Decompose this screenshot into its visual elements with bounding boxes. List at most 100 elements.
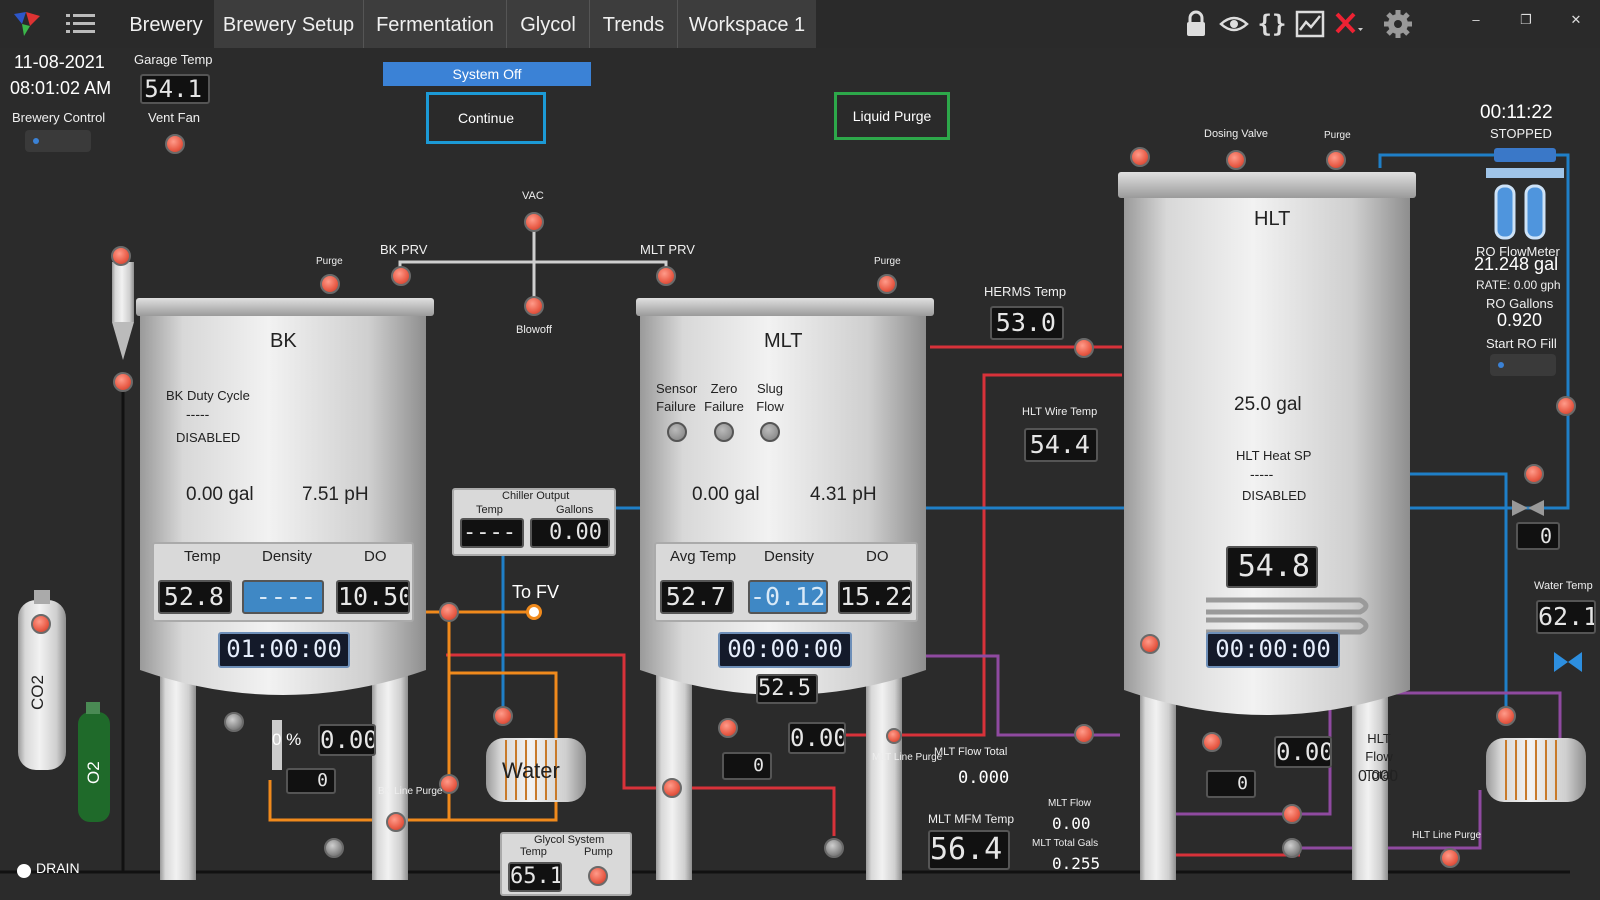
hlt-heat-sp-label: HLT Heat SP	[1236, 448, 1312, 463]
mlt-bottom-valve[interactable]	[824, 838, 844, 858]
glycol-temp-display: 65.1	[508, 862, 562, 892]
mlt-total-gals-label: MLT Total Gals	[1032, 838, 1099, 849]
co2-label: CO2	[28, 675, 47, 710]
ro-gallons-label: RO Gallons	[1486, 296, 1554, 311]
hopper-top-valve[interactable]	[111, 246, 131, 266]
hlt-wire-temp-label: HLT Wire Temp	[1022, 406, 1098, 418]
mlt-do-header: DO	[866, 548, 889, 565]
to-fv-valve[interactable]	[439, 602, 459, 622]
herms-temp-label: HERMS Temp	[984, 284, 1067, 299]
bk-purge-label: Purge	[316, 256, 343, 267]
bk-duty-value: -----	[186, 406, 210, 422]
ro-filter-icon	[1486, 148, 1564, 240]
mlt-counter-display: 0	[722, 752, 772, 780]
garage-temp-display: 54.1	[140, 74, 210, 104]
bk-do-header: DO	[364, 548, 387, 565]
chiller-water-label: Water	[502, 758, 560, 783]
mlt-temp-display: 52.7	[660, 580, 734, 614]
brewery-control-toggle[interactable]	[25, 130, 91, 152]
chiller-gallons-display: 0.00	[530, 518, 610, 548]
hlt-purge-valve[interactable]	[1326, 150, 1346, 170]
bk-drain-valve[interactable]	[224, 712, 244, 732]
hlt-flow-total-value: 0.000	[1358, 768, 1399, 785]
water-temp-label: Water Temp	[1534, 580, 1593, 592]
sensor-failure-indicator	[667, 422, 687, 442]
chiller-temp-display: ----	[460, 518, 524, 548]
drain-indicator[interactable]	[17, 864, 31, 878]
glycol-temp-label: Temp	[520, 846, 547, 858]
co2-valve[interactable]	[31, 614, 51, 634]
hlt-outlet-valve[interactable]	[1202, 732, 1222, 752]
mlt-density-header: Density	[764, 548, 815, 565]
hlt-purge-label: Purge	[1324, 130, 1351, 141]
bk-prv-valve[interactable]	[391, 266, 411, 286]
date-display: 11-08-2021	[14, 52, 105, 72]
to-fv-port-icon[interactable]	[526, 604, 542, 620]
bk-density-display: ----	[242, 580, 324, 614]
start-ro-fill-label: Start RO Fill	[1486, 336, 1557, 351]
bk-ph: 7.51 pH	[302, 484, 369, 505]
hopper-bottom-valve[interactable]	[113, 372, 133, 392]
chiller-inlet-valve[interactable]	[493, 706, 513, 726]
continue-button[interactable]: Continue	[426, 92, 546, 144]
dosing-valve-label: Dosing Valve	[1204, 128, 1268, 140]
mlt-bottom-temp-display: 52.5	[756, 674, 818, 704]
mlt-line-purge-valve[interactable]	[886, 728, 902, 744]
brewery-control-label: Brewery Control	[12, 110, 106, 125]
mlt-temp-header: Avg Temp	[670, 548, 737, 565]
ro-line-valve[interactable]	[1556, 396, 1576, 416]
mlt-purge-label: Purge	[874, 256, 901, 267]
mlt-line-purge-label: MLT Line Purge	[872, 752, 943, 763]
bk-prv-label: BK PRV	[380, 242, 428, 257]
slug-flow-indicator	[760, 422, 780, 442]
mlt-timer-display: 00:00:00	[718, 632, 852, 668]
bk-title: BK	[270, 330, 297, 352]
system-off-button[interactable]: System Off	[383, 62, 591, 86]
bk-duty-status: DISABLED	[176, 430, 241, 445]
mlt-prv-valve[interactable]	[656, 266, 676, 286]
glycol-pump-indicator[interactable]	[588, 866, 608, 886]
hlt-temp-display: 54.8	[1226, 546, 1318, 588]
vent-fan-valve[interactable]	[165, 134, 185, 154]
hlt-blue-valve[interactable]	[1524, 464, 1544, 484]
start-ro-fill-toggle[interactable]	[1490, 354, 1556, 376]
mlt-purge-valve[interactable]	[877, 274, 897, 294]
hlt-line-purge-valve[interactable]	[1440, 848, 1460, 868]
dosing-valve[interactable]	[1226, 150, 1246, 170]
time-display: 08:01:02 AM	[10, 78, 112, 98]
mlt-volume: 0.00 gal	[692, 484, 760, 505]
bk-do-display: 10.50	[336, 580, 410, 614]
water-temp-display: 62.1	[1536, 600, 1596, 634]
hlt-title: HLT	[1254, 208, 1291, 230]
bk-bottom-valve[interactable]	[324, 838, 344, 858]
hlt-purple-valve[interactable]	[1074, 724, 1094, 744]
bk-purge-valve[interactable]	[320, 274, 340, 294]
mlt-outlet-valve[interactable]	[718, 718, 738, 738]
vent-fan-label: Vent Fan	[148, 110, 201, 125]
hlt-top-left-valve[interactable]	[1130, 147, 1150, 167]
hlt-side-valve[interactable]	[1140, 634, 1160, 654]
bk-flow-display: 0.00	[318, 724, 376, 756]
mlt-red-valve[interactable]	[662, 778, 682, 798]
hlt-bottom-valve[interactable]	[1282, 838, 1302, 858]
herms-valve[interactable]	[1074, 338, 1094, 358]
session-state: STOPPED	[1490, 126, 1552, 141]
bk-timer-display: 01:00:00	[218, 632, 350, 668]
bk-density-header: Density	[262, 548, 313, 565]
chiller-temp-label: Temp	[476, 504, 503, 516]
liquid-purge-button[interactable]: Liquid Purge	[834, 92, 950, 140]
sensor-failure-label: Sensor Failure	[656, 381, 698, 414]
blowoff-valve[interactable]	[524, 296, 544, 316]
chiller-title: Chiller Output	[502, 490, 570, 502]
chiller-gallons-label: Gallons	[556, 504, 594, 516]
ro-gallons-value: 0.920	[1497, 310, 1543, 330]
hlt-heat-sp-status: DISABLED	[1242, 488, 1307, 503]
herms-temp-display: 53.0	[990, 306, 1064, 340]
hlt-exchanger-valve[interactable]	[1496, 706, 1516, 726]
bk-line-purge-valve[interactable]	[386, 812, 406, 832]
to-fv-label: To FV	[512, 582, 560, 602]
vac-label: VAC	[522, 190, 544, 202]
vac-valve[interactable]	[524, 212, 544, 232]
hlt-purple-lower-valve[interactable]	[1282, 804, 1302, 824]
mlt-total-gals-value: 0.255	[1052, 854, 1101, 873]
